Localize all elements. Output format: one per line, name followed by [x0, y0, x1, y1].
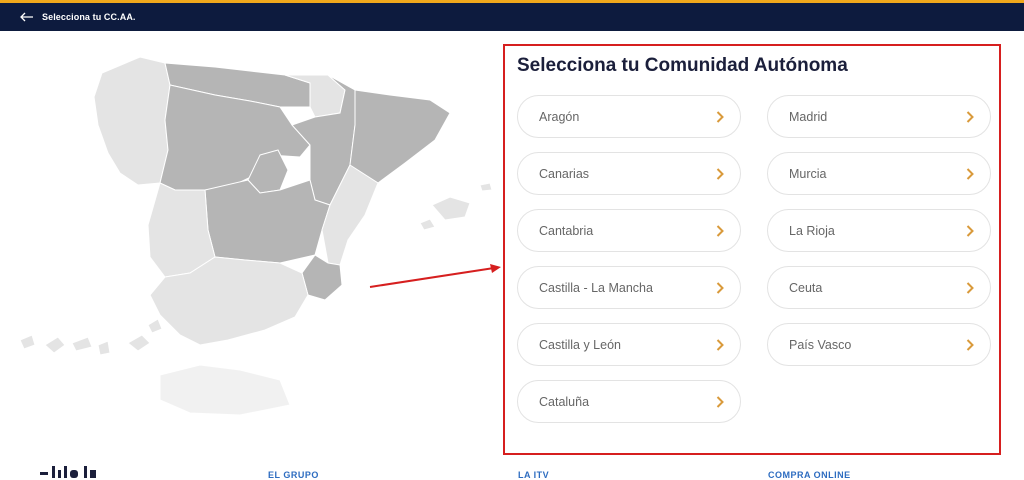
footer-logo	[40, 466, 96, 478]
page-title: Selecciona tu CC.AA.	[42, 12, 136, 22]
chevron-right-icon	[716, 224, 726, 238]
community-label: Murcia	[789, 166, 827, 181]
footer: EL GRUPO LA ITV COMPRA ONLINE	[0, 460, 1024, 480]
community-button-castilla-la-mancha[interactable]: Castilla - La Mancha	[517, 266, 741, 309]
community-label: Castilla - La Mancha	[539, 280, 653, 295]
map-region-cataluna	[349, 89, 451, 184]
map-region-baleares	[431, 196, 471, 221]
map-region-ceuta-melilla	[159, 364, 291, 416]
community-label: Ceuta	[789, 280, 823, 295]
chevron-right-icon	[716, 167, 726, 181]
annotation-arrow	[369, 264, 501, 288]
community-button-aragon[interactable]: Aragón	[517, 95, 741, 138]
community-button-ceuta[interactable]: Ceuta	[767, 266, 991, 309]
map-region-galicia	[93, 56, 171, 186]
chevron-right-icon	[966, 110, 976, 124]
map-region-canarias	[19, 334, 36, 350]
community-button-murcia[interactable]: Murcia	[767, 152, 991, 195]
arrow-left-icon[interactable]	[20, 10, 38, 24]
chevron-right-icon	[716, 281, 726, 295]
panel-heading: Selecciona tu Comunidad Autónoma	[517, 55, 848, 76]
community-label: La Rioja	[789, 223, 835, 238]
footer-link-la-itv[interactable]: LA ITV	[518, 470, 549, 480]
community-label: Aragón	[539, 109, 580, 124]
community-button-madrid[interactable]: Madrid	[767, 95, 991, 138]
community-button-castilla-y-leon[interactable]: Castilla y León	[517, 323, 741, 366]
community-selector-panel: Selecciona tu Comunidad Autónoma Aragón …	[503, 44, 1001, 455]
footer-link-compra-online[interactable]: COMPRA ONLINE	[768, 470, 851, 480]
chevron-right-icon	[966, 281, 976, 295]
top-bar: Selecciona tu CC.AA.	[0, 0, 1024, 31]
chevron-right-icon	[716, 110, 726, 124]
chevron-right-icon	[716, 395, 726, 409]
community-label: Cataluña	[539, 394, 590, 409]
chevron-right-icon	[966, 167, 976, 181]
community-label: País Vasco	[789, 337, 852, 352]
community-label: Canarias	[539, 166, 590, 181]
community-button-cataluna[interactable]: Cataluña	[517, 380, 741, 423]
spain-map	[19, 56, 493, 416]
footer-link-el-grupo[interactable]: EL GRUPO	[268, 470, 319, 480]
chevron-right-icon	[716, 338, 726, 352]
community-label: Cantabria	[539, 223, 594, 238]
community-button-la-rioja[interactable]: La Rioja	[767, 209, 991, 252]
chevron-right-icon	[966, 338, 976, 352]
community-button-cantabria[interactable]: Cantabria	[517, 209, 741, 252]
community-label: Madrid	[789, 109, 828, 124]
chevron-right-icon	[966, 224, 976, 238]
map-region-castilla-mancha	[204, 179, 331, 264]
community-button-pais-vasco[interactable]: País Vasco	[767, 323, 991, 366]
community-label: Castilla y León	[539, 337, 621, 352]
community-button-canarias[interactable]: Canarias	[517, 152, 741, 195]
